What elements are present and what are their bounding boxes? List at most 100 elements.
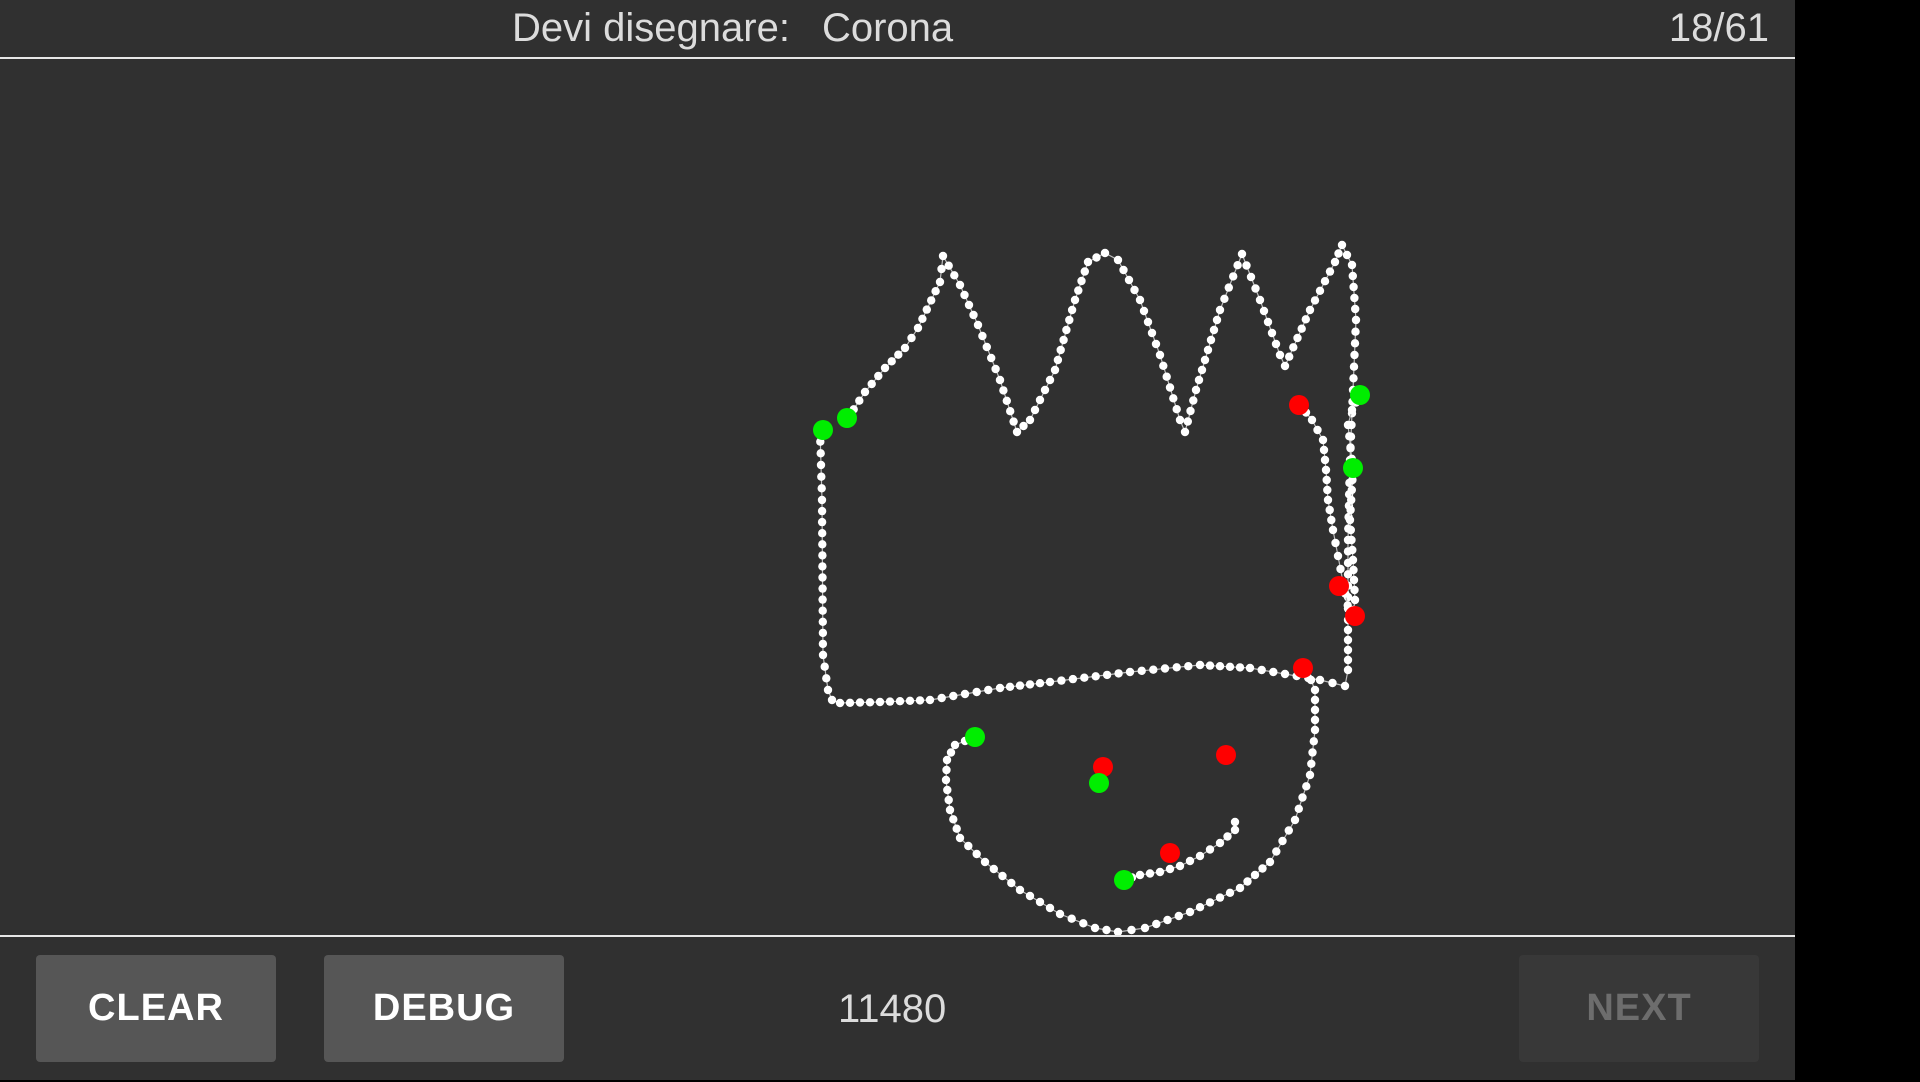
- clear-button[interactable]: CLEAR: [36, 955, 276, 1062]
- stroke-point: [1343, 655, 1353, 665]
- stroke-point: [1160, 664, 1170, 673]
- stroke-point: [964, 841, 973, 851]
- stroke-point: [973, 320, 983, 330]
- stroke-point: [1040, 385, 1050, 395]
- stroke-point: [1151, 339, 1161, 349]
- stroke-point: [1225, 662, 1235, 671]
- drawing-canvas[interactable]: [0, 59, 1795, 937]
- stroke-point: [1127, 925, 1136, 935]
- stroke-start-marker: [1343, 458, 1363, 478]
- stroke-point: [927, 296, 936, 305]
- stroke-point: [1035, 897, 1045, 907]
- stroke-point: [1184, 662, 1193, 671]
- stroke-point: [1180, 427, 1190, 437]
- stroke-point: [1310, 685, 1320, 695]
- stroke-point: [1343, 665, 1353, 675]
- stroke-point: [1246, 272, 1256, 282]
- stroke-point: [1068, 674, 1078, 684]
- stroke-point: [885, 697, 895, 706]
- stroke-point: [1278, 836, 1287, 846]
- stroke-point: [1310, 695, 1320, 705]
- stroke-point: [1245, 663, 1255, 673]
- stroke-point: [818, 595, 827, 604]
- prompt-word: Corona: [821, 6, 954, 50]
- stroke-point: [818, 573, 827, 582]
- stroke-point: [1310, 725, 1320, 735]
- stroke-point: [1289, 343, 1298, 352]
- stroke-point: [1351, 315, 1361, 325]
- stroke-point: [949, 691, 958, 701]
- stroke-point: [1135, 295, 1145, 305]
- stroke-point: [820, 662, 829, 671]
- stroke-point: [1206, 335, 1216, 345]
- stroke-point: [1035, 679, 1045, 688]
- stroke-point: [1307, 759, 1316, 768]
- stroke-point: [1195, 903, 1205, 912]
- stroke-point: [1325, 505, 1334, 515]
- stroke-point: [1347, 485, 1357, 495]
- stroke-point: [1294, 804, 1304, 813]
- stroke-point: [845, 698, 855, 707]
- stroke-point: [1102, 925, 1111, 935]
- stroke-point: [1215, 662, 1225, 671]
- stroke-point: [1349, 362, 1359, 371]
- next-button[interactable]: NEXT: [1519, 955, 1759, 1062]
- stroke-point: [1340, 681, 1350, 691]
- stroke-point: [1237, 249, 1247, 259]
- stroke-point: [1233, 261, 1242, 270]
- stroke-point: [1059, 335, 1068, 345]
- stroke-point: [1215, 838, 1225, 848]
- stroke-point: [1349, 565, 1358, 575]
- stroke-point: [1343, 635, 1353, 645]
- stroke-point: [818, 606, 827, 615]
- stroke-point: [1205, 898, 1215, 907]
- stroke-point: [1019, 421, 1028, 431]
- stroke-point: [1143, 317, 1153, 327]
- stroke-point: [1191, 385, 1201, 395]
- stroke-point: [1309, 737, 1319, 746]
- stroke-point: [1323, 485, 1332, 495]
- stroke-point: [946, 748, 956, 757]
- stroke-point: [1005, 682, 1015, 691]
- stroke-point: [1113, 927, 1123, 937]
- stroke-point: [1091, 672, 1100, 681]
- stroke-point: [1215, 893, 1225, 902]
- stroke-point: [915, 696, 925, 705]
- stroke-point: [1224, 283, 1234, 292]
- stroke-point: [1290, 815, 1300, 825]
- stroke-point: [1197, 365, 1207, 375]
- stroke-point: [1269, 667, 1278, 677]
- stroke-point: [1135, 870, 1145, 880]
- stroke-point: [1137, 666, 1146, 675]
- stroke-point: [1322, 475, 1331, 485]
- stroke-point: [1243, 877, 1252, 886]
- stroke-point: [1280, 669, 1290, 679]
- stroke-point: [1348, 271, 1358, 281]
- stroke-point: [955, 833, 965, 843]
- stroke-start-marker: [1114, 870, 1134, 890]
- stroke-point: [955, 280, 965, 290]
- stroke-point: [1189, 396, 1198, 405]
- stroke-point: [960, 290, 969, 300]
- stroke-point: [1343, 420, 1353, 430]
- stroke-point: [1175, 415, 1185, 425]
- stroke-point: [922, 305, 931, 314]
- debug-button[interactable]: DEBUG: [324, 955, 564, 1062]
- stroke-end-marker: [1160, 843, 1180, 863]
- stroke-point: [1315, 675, 1325, 685]
- stroke-point: [945, 805, 955, 815]
- stroke-point: [1025, 891, 1035, 901]
- prompt-label: Devi disegnare:: [512, 6, 790, 50]
- stroke-point: [918, 314, 927, 323]
- stroke-point: [1349, 282, 1358, 292]
- stroke-point: [937, 264, 946, 274]
- stroke-start-marker: [1350, 385, 1370, 405]
- stroke-point: [874, 371, 883, 381]
- stroke-point: [1298, 793, 1307, 802]
- stroke-point: [937, 693, 946, 703]
- stroke-point: [931, 287, 940, 296]
- stroke-point: [972, 687, 981, 697]
- stroke-point: [982, 342, 991, 352]
- stroke-point: [827, 695, 837, 705]
- stroke-point: [1302, 782, 1311, 791]
